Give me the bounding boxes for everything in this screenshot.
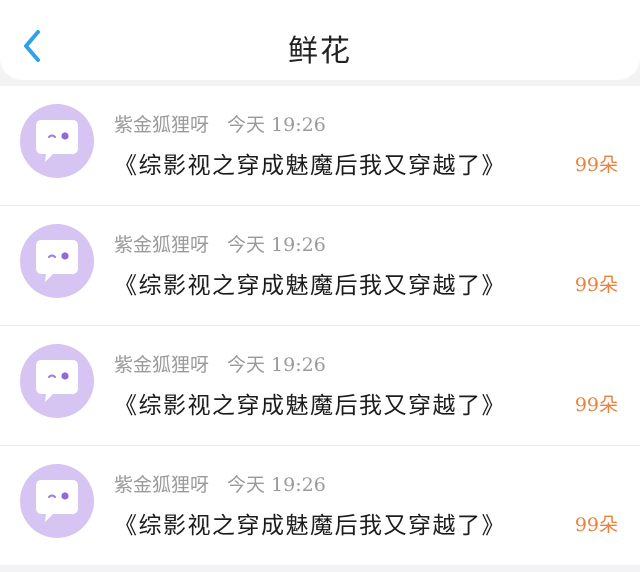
flower-count: 99朵	[574, 274, 618, 296]
flower-count: 99朵	[574, 154, 618, 176]
username[interactable]: 紫金狐狸呀	[114, 354, 209, 376]
record-meta: 紫金狐狸呀 今天 19:26	[114, 110, 326, 137]
avatar[interactable]	[20, 224, 94, 298]
book-title[interactable]: 《综影视之穿成魅魔后我又穿越了》	[114, 266, 506, 300]
list-item[interactable]: 紫金狐狸呀 今天 19:26 《综影视之穿成魅魔后我又穿越了》 99朵	[0, 445, 640, 565]
timestamp: 今天 19:26	[227, 354, 326, 376]
book-title[interactable]: 《综影视之穿成魅魔后我又穿越了》	[114, 506, 506, 540]
book-title[interactable]: 《综影视之穿成魅魔后我又穿越了》	[114, 146, 506, 180]
chat-bubble-face-icon	[36, 360, 78, 402]
top-bar: 鲜花	[0, 0, 640, 80]
page-title: 鲜花	[288, 34, 352, 69]
record-meta: 紫金狐狸呀 今天 19:26	[114, 350, 326, 377]
username[interactable]: 紫金狐狸呀	[114, 474, 209, 496]
timestamp: 今天 19:26	[227, 234, 326, 256]
flower-count: 99朵	[574, 394, 618, 416]
username[interactable]: 紫金狐狸呀	[114, 114, 209, 136]
book-title[interactable]: 《综影视之穿成魅魔后我又穿越了》	[114, 386, 506, 420]
avatar[interactable]	[20, 464, 94, 538]
list-item[interactable]: 紫金狐狸呀 今天 19:26 《综影视之穿成魅魔后我又穿越了》 99朵	[0, 86, 640, 205]
chat-bubble-face-icon	[36, 240, 78, 282]
timestamp: 今天 19:26	[227, 114, 326, 136]
chat-bubble-face-icon	[36, 120, 78, 162]
avatar[interactable]	[20, 104, 94, 178]
list-item[interactable]: 紫金狐狸呀 今天 19:26 《综影视之穿成魅魔后我又穿越了》 99朵	[0, 205, 640, 325]
flower-count: 99朵	[574, 514, 618, 536]
timestamp: 今天 19:26	[227, 474, 326, 496]
avatar[interactable]	[20, 344, 94, 418]
chat-bubble-face-icon	[36, 480, 78, 522]
list-item[interactable]: 紫金狐狸呀 今天 19:26 《综影视之穿成魅魔后我又穿越了》 99朵	[0, 325, 640, 445]
record-meta: 紫金狐狸呀 今天 19:26	[114, 230, 326, 257]
record-meta: 紫金狐狸呀 今天 19:26	[114, 470, 326, 497]
flower-record-list: 紫金狐狸呀 今天 19:26 《综影视之穿成魅魔后我又穿越了》 99朵 紫金狐狸呀…	[0, 86, 640, 565]
username[interactable]: 紫金狐狸呀	[114, 234, 209, 256]
